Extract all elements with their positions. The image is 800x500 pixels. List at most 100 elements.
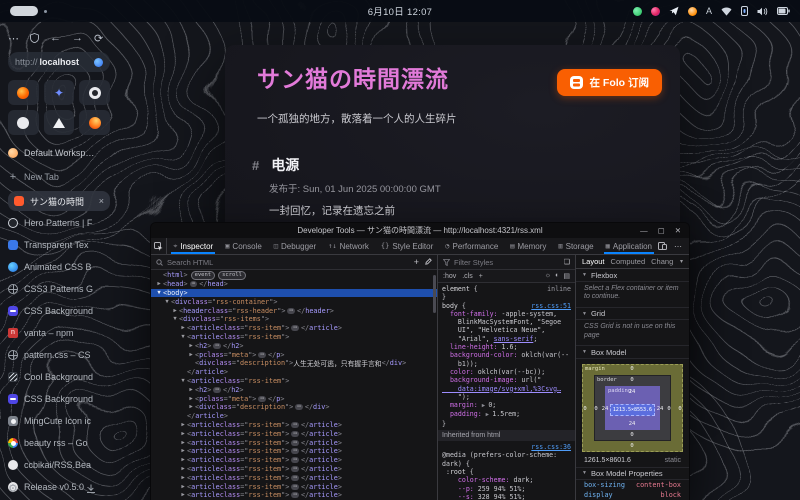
filter-styles-input[interactable]: Filter Styles bbox=[454, 258, 493, 267]
collapsed-content-icon[interactable]: ⋯ bbox=[291, 422, 299, 428]
sidebar-bookmark[interactable]: CSS3 Patterns G bbox=[8, 279, 110, 299]
css-rule-line[interactable]: b1)); bbox=[442, 360, 571, 368]
toggle-panel-icon[interactable]: ❏ bbox=[564, 258, 570, 266]
twisty-icon[interactable]: ▶ bbox=[187, 352, 195, 358]
markup-node[interactable]: ▶<h2>⋯</h2> bbox=[151, 341, 437, 350]
padding-bottom-value[interactable]: 24 bbox=[625, 421, 639, 427]
markup-node[interactable]: ▼<article class="rss-item"> bbox=[151, 377, 437, 386]
twisty-icon[interactable]: ▶ bbox=[179, 475, 187, 481]
css-rule-line[interactable]: } bbox=[442, 420, 571, 428]
sidebar-menu-icon[interactable]: ⋯ bbox=[8, 32, 19, 45]
collapsed-content-icon[interactable]: ⋯ bbox=[291, 431, 299, 437]
sidebar-bookmark[interactable]: CSS Background bbox=[8, 301, 110, 321]
collapsed-content-icon[interactable]: ⋯ bbox=[295, 404, 303, 410]
new-tab-button[interactable]: + New Tab bbox=[8, 167, 110, 187]
markup-node[interactable]: </article> bbox=[151, 368, 437, 377]
forward-icon[interactable]: → bbox=[72, 32, 83, 44]
twisty-icon[interactable]: ▶ bbox=[187, 343, 195, 349]
css-rule-line[interactable]: data:image/svg+xml,%3Csvg… bbox=[442, 385, 571, 393]
close-button[interactable]: ✕ bbox=[675, 226, 681, 235]
css-rule-line[interactable]: } bbox=[442, 293, 571, 301]
markup-node[interactable]: <html>eventscroll bbox=[151, 271, 437, 280]
markup-node[interactable]: ▶<article class="rss-item">⋯</article> bbox=[151, 482, 437, 491]
box-model-properties-header[interactable]: ▼ Box Model Properties bbox=[576, 468, 689, 481]
search-html-input[interactable]: Search HTML bbox=[167, 258, 213, 267]
sidebar-bookmark[interactable]: beauty rss – Go bbox=[8, 433, 110, 453]
markup-node[interactable]: ▼<div class="rss-items"> bbox=[151, 315, 437, 324]
twisty-icon[interactable]: ▶ bbox=[179, 484, 187, 490]
twisty-icon[interactable]: ▶ bbox=[179, 492, 187, 498]
sidebar-bookmark[interactable]: Hero Patterns | F bbox=[8, 213, 110, 233]
css-rule-line[interactable]: line-height: 1.6; bbox=[442, 343, 571, 351]
reload-icon[interactable]: ⟳ bbox=[94, 32, 103, 45]
css-rule-line[interactable]: --s: 328 94% 51%; bbox=[442, 493, 571, 500]
workspace-switcher[interactable]: Default Worksp… bbox=[8, 143, 110, 163]
twisty-icon[interactable]: ▶ bbox=[179, 448, 187, 454]
shortcut-mdn[interactable] bbox=[79, 80, 110, 105]
markup-node[interactable]: ▶<article class="rss-item">⋯</article> bbox=[151, 421, 437, 430]
input-method-indicator[interactable]: A bbox=[706, 6, 712, 16]
twisty-icon[interactable]: ▼ bbox=[155, 290, 163, 296]
collapsed-content-icon[interactable]: ⋯ bbox=[213, 343, 221, 349]
stylesheet-link[interactable]: rss.css:51 bbox=[531, 302, 571, 310]
markup-node[interactable]: ▼<article class="rss-item"> bbox=[151, 333, 437, 342]
rules-toolbar-hov[interactable]: :hov bbox=[443, 273, 456, 280]
back-icon[interactable]: ← bbox=[50, 32, 61, 44]
folo-subscribe-button[interactable]: 在 Folo 订阅 bbox=[557, 69, 663, 96]
twisty-icon[interactable]: ▶ bbox=[179, 325, 187, 331]
close-tab-icon[interactable]: × bbox=[99, 196, 104, 206]
chat-icon[interactable] bbox=[633, 7, 642, 16]
margin-right-value[interactable]: 0 bbox=[673, 406, 687, 412]
active-tab[interactable]: サン猫の時間 × bbox=[8, 191, 110, 211]
twisty-icon[interactable]: ▼ bbox=[163, 299, 171, 305]
css-rule-line[interactable]: color-scheme: dark; bbox=[442, 476, 571, 484]
markup-node[interactable]: ▶<article class="rss-item">⋯</article> bbox=[151, 465, 437, 474]
devtools-tab-application[interactable]: ▦Application bbox=[600, 238, 658, 254]
markup-node[interactable]: ▶<article class="rss-item">⋯</article> bbox=[151, 447, 437, 456]
volume-icon[interactable] bbox=[757, 7, 768, 16]
maximize-button[interactable]: ▢ bbox=[658, 226, 665, 235]
box-model-property-row[interactable]: displayblock bbox=[576, 490, 689, 500]
collapsed-content-icon[interactable]: ⋯ bbox=[291, 440, 299, 446]
twisty-icon[interactable]: ▶ bbox=[187, 387, 195, 393]
css-rule-line[interactable]: padding: ▶ 1.5rem; bbox=[442, 410, 571, 419]
eyedropper-icon[interactable] bbox=[425, 258, 432, 266]
sidebar-tab-layout[interactable]: Layout bbox=[582, 257, 605, 266]
markup-node[interactable]: ▶<article class="rss-item">⋯</article> bbox=[151, 473, 437, 482]
markup-node[interactable]: ▶<h2>⋯</h2> bbox=[151, 385, 437, 394]
css-rule-line[interactable]: "); bbox=[442, 393, 571, 401]
collapsed-content-icon[interactable]: ⋯ bbox=[258, 396, 266, 402]
grid-section-header[interactable]: ▼ Grid bbox=[576, 308, 689, 321]
sidebar-tab-chang[interactable]: Chang bbox=[651, 257, 673, 266]
markup-node[interactable]: <div class="description">人生无处可逃，只有握手言和</… bbox=[151, 359, 437, 368]
padding-left-value[interactable]: 24 bbox=[598, 406, 612, 412]
twisty-icon[interactable]: ▶ bbox=[155, 281, 163, 287]
telegram-icon[interactable] bbox=[669, 6, 679, 16]
border-bottom-value[interactable]: 0 bbox=[625, 432, 639, 438]
markup-node[interactable]: ▶<article class="rss-item">⋯</article> bbox=[151, 429, 437, 438]
markup-node[interactable]: ▼<body> bbox=[151, 289, 437, 298]
margin-bottom-value[interactable]: 0 bbox=[625, 443, 639, 449]
url-bar[interactable]: http://localhost bbox=[8, 52, 110, 72]
border-top-value[interactable]: 0 bbox=[625, 377, 639, 383]
markup-node[interactable]: ▶<p class="meta">⋯</p> bbox=[151, 394, 437, 403]
css-rule-line[interactable]: font-family: -apple-system, bbox=[442, 310, 571, 318]
box-model-property-row[interactable]: box-sizingcontent-box bbox=[576, 480, 689, 490]
css-rule-line[interactable]: dark) { bbox=[442, 460, 571, 468]
markup-node[interactable]: ▶<article class="rss-item">⋯</article> bbox=[151, 456, 437, 465]
markup-node[interactable]: ▶<head>⋯</head> bbox=[151, 280, 437, 289]
collapsed-content-icon[interactable]: ⋯ bbox=[190, 281, 198, 287]
css-rule-line[interactable]: body {rss.css:51 bbox=[442, 302, 571, 310]
margin-top-value[interactable]: 0 bbox=[625, 366, 639, 372]
collapsed-content-icon[interactable]: ⋯ bbox=[291, 457, 299, 463]
sidebar-bookmark[interactable]: Animated CSS B bbox=[8, 257, 110, 277]
downloads-icon[interactable] bbox=[86, 484, 96, 494]
twisty-icon[interactable]: ▶ bbox=[179, 431, 187, 437]
dark-theme-icon[interactable]: ◐ bbox=[555, 272, 559, 280]
source-link[interactable]: data:image/svg+xml,%3Csvg… bbox=[442, 385, 561, 393]
twisty-icon[interactable]: ▼ bbox=[179, 334, 187, 340]
pick-element-icon[interactable] bbox=[151, 238, 167, 254]
css-rule-line[interactable]: BlinkMacSystemFont, "Segoe bbox=[442, 318, 571, 326]
twisty-icon[interactable]: ▶ bbox=[179, 422, 187, 428]
devtools-tab-console[interactable]: ▣Console bbox=[219, 238, 268, 254]
